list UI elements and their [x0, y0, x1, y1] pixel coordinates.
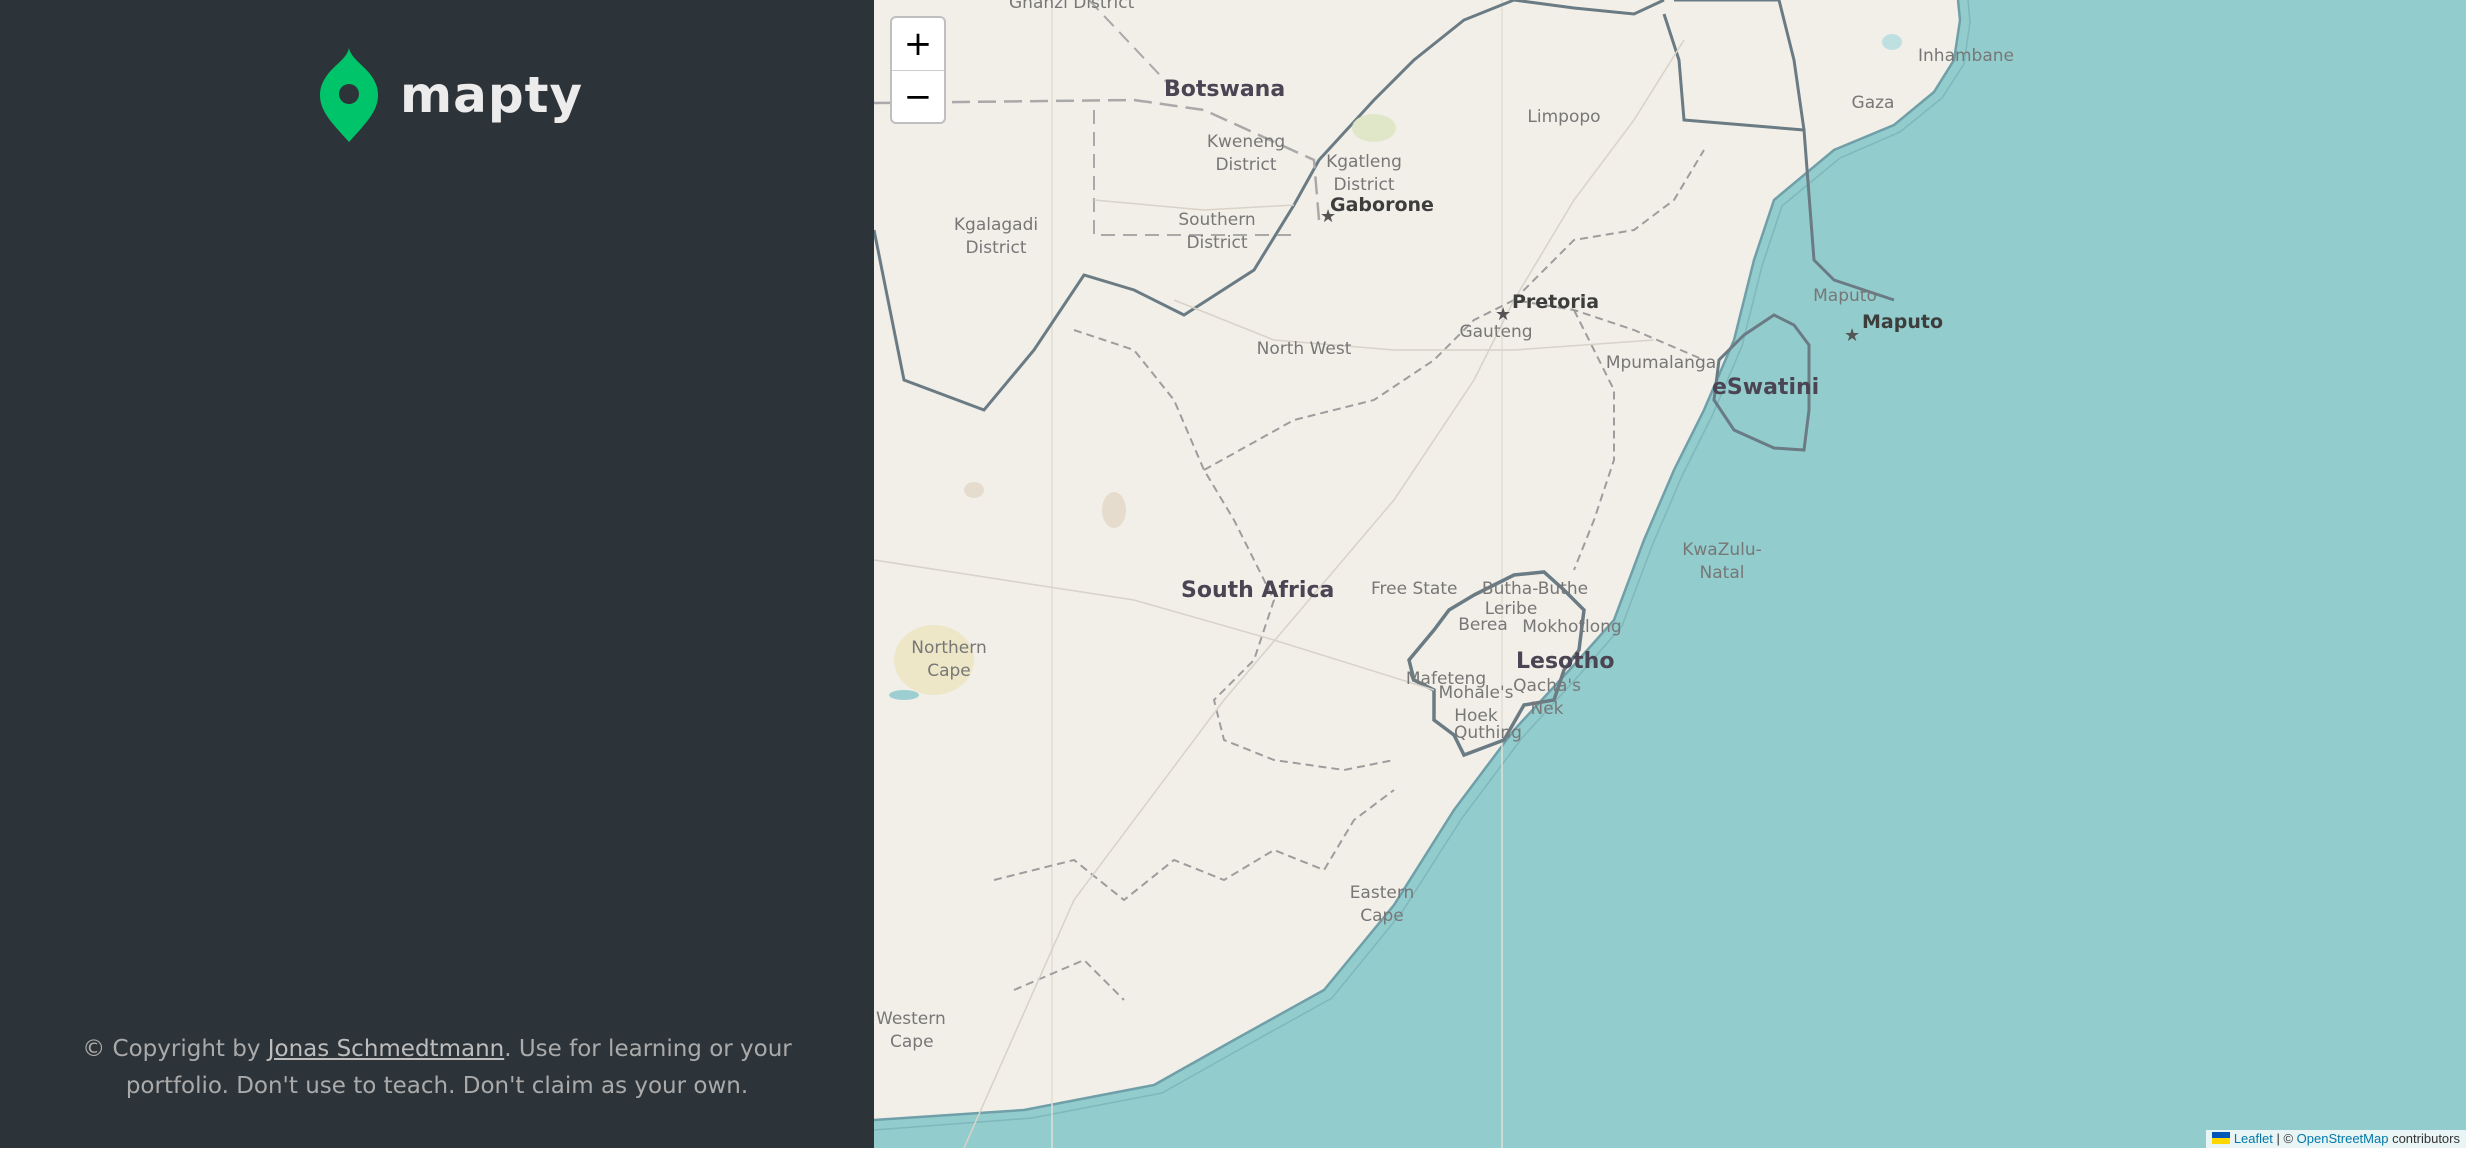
label-mohales-hoek: Mohale's: [1439, 683, 1514, 703]
label-lesotho: Lesotho: [1516, 649, 1614, 674]
label-eastern-cape: Cape: [1360, 906, 1404, 926]
label-kwazulu-natal: Natal: [1700, 563, 1745, 583]
label-northern-cape: Cape: [927, 661, 971, 681]
zoom-in-button[interactable]: +: [892, 18, 944, 70]
label-pretoria: Pretoria: [1512, 291, 1599, 313]
copyright-notice: © Copyright by Jonas Schmedtmann. Use fo…: [80, 1031, 794, 1105]
attribution-suffix: contributors: [2388, 1131, 2460, 1146]
author-link[interactable]: Jonas Schmedtmann: [268, 1036, 504, 1062]
label-berea: Berea: [1458, 615, 1508, 635]
label-qachas-nek: Nek: [1530, 699, 1563, 719]
label-mokhotlong: Mokhotlong: [1522, 617, 1621, 637]
ukraine-flag-icon: [2211, 1132, 2230, 1144]
label-eastern-cape: Eastern: [1350, 883, 1415, 903]
label-western-cape: Western: [876, 1009, 946, 1029]
label-free-state: Free State: [1371, 579, 1457, 599]
zoom-out-button[interactable]: −: [892, 70, 944, 123]
sidebar: mapty © Copyright by Jonas Schmedtmann. …: [0, 0, 874, 1148]
label-northern-cape: Northern: [911, 638, 986, 658]
label-north-west: North West: [1257, 339, 1352, 359]
label-maputo: Maputo: [1862, 311, 1943, 333]
zoom-control: + −: [890, 16, 946, 124]
label-kgalagadi: District: [965, 238, 1026, 258]
label-mpumalanga: Mpumalanga: [1606, 353, 1716, 373]
label-limpopo: Limpopo: [1527, 107, 1600, 127]
map-pin-icon: [320, 48, 378, 142]
capital-star-icon: ★: [1495, 304, 1511, 324]
label-gaza: Gaza: [1852, 93, 1895, 113]
map[interactable]: ★ ★ ★ Ghanzi District Botswana Kweneng D…: [874, 0, 2466, 1148]
label-qachas-nek: Qacha's: [1513, 676, 1581, 696]
label-eswatini: eSwatini: [1712, 375, 1819, 400]
label-southern: District: [1186, 233, 1247, 253]
app-name: mapty: [400, 66, 584, 124]
capital-star-icon: ★: [1844, 325, 1860, 345]
label-gauteng: Gauteng: [1459, 322, 1532, 342]
label-gaborone: Gaborone: [1330, 194, 1434, 216]
label-south-africa: South Africa: [1181, 578, 1334, 603]
label-kwazulu-natal: KwaZulu-: [1682, 540, 1762, 560]
label-kgatleng: Kgatleng: [1326, 152, 1402, 172]
label-maputo-region: Maputo: [1813, 286, 1877, 306]
label-butha-buthe: Butha-Buthe: [1482, 579, 1588, 599]
label-inhambane: Inhambane: [1918, 46, 2014, 66]
logo: mapty: [320, 48, 583, 142]
label-kweneng: Kweneng: [1207, 132, 1285, 152]
label-kgatleng: District: [1333, 175, 1394, 195]
label-southern: Southern: [1178, 210, 1255, 230]
label-western-cape: Cape: [890, 1032, 934, 1052]
leaflet-link[interactable]: Leaflet: [2234, 1131, 2273, 1146]
attribution-separator: | ©: [2272, 1131, 2297, 1146]
osm-link[interactable]: OpenStreetMap: [2297, 1131, 2389, 1146]
label-quthing: Quthing: [1454, 723, 1522, 743]
label-kweneng: District: [1215, 155, 1276, 175]
label-botswana: Botswana: [1164, 77, 1285, 102]
map-tiles: ★ ★ ★ Ghanzi District Botswana Kweneng D…: [874, 0, 2466, 1148]
copyright-prefix: © Copyright by: [82, 1036, 268, 1062]
label-ghanzi: Ghanzi District: [1009, 0, 1135, 13]
label-kgalagadi: Kgalagadi: [954, 215, 1038, 235]
map-attribution: Leaflet | © OpenStreetMap contributors: [2205, 1130, 2466, 1148]
